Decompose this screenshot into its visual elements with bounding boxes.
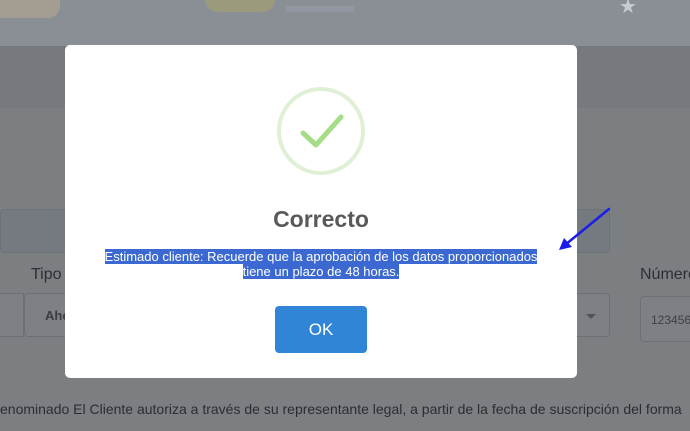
- background-banner: ★: [0, 0, 690, 46]
- star-icon: ★: [619, 0, 637, 18]
- banner-image: [285, 6, 355, 12]
- dialog-message: Estimado cliente: Recuerde que la aproba…: [65, 249, 577, 279]
- numero-input[interactable]: 123456: [640, 296, 690, 342]
- dialog-message-line: tiene un plazo de 48 horas.: [242, 264, 400, 279]
- background-field: [0, 293, 24, 337]
- authorization-paragraph: enominado El Cliente autoriza a través d…: [0, 401, 682, 417]
- checkmark-icon: [277, 87, 365, 175]
- banner-image: [0, 0, 60, 18]
- banner-image: [205, 0, 275, 12]
- dialog-title: Correcto: [273, 206, 369, 232]
- ok-button[interactable]: OK: [275, 306, 367, 353]
- tipo-label: Tipo: [31, 266, 62, 283]
- numero-input-value: 123456: [651, 313, 690, 327]
- dialog-message-line: Estimado cliente: Recuerde que la aproba…: [104, 249, 538, 264]
- chevron-down-icon: [586, 314, 596, 319]
- numero-label: Número: [640, 266, 690, 283]
